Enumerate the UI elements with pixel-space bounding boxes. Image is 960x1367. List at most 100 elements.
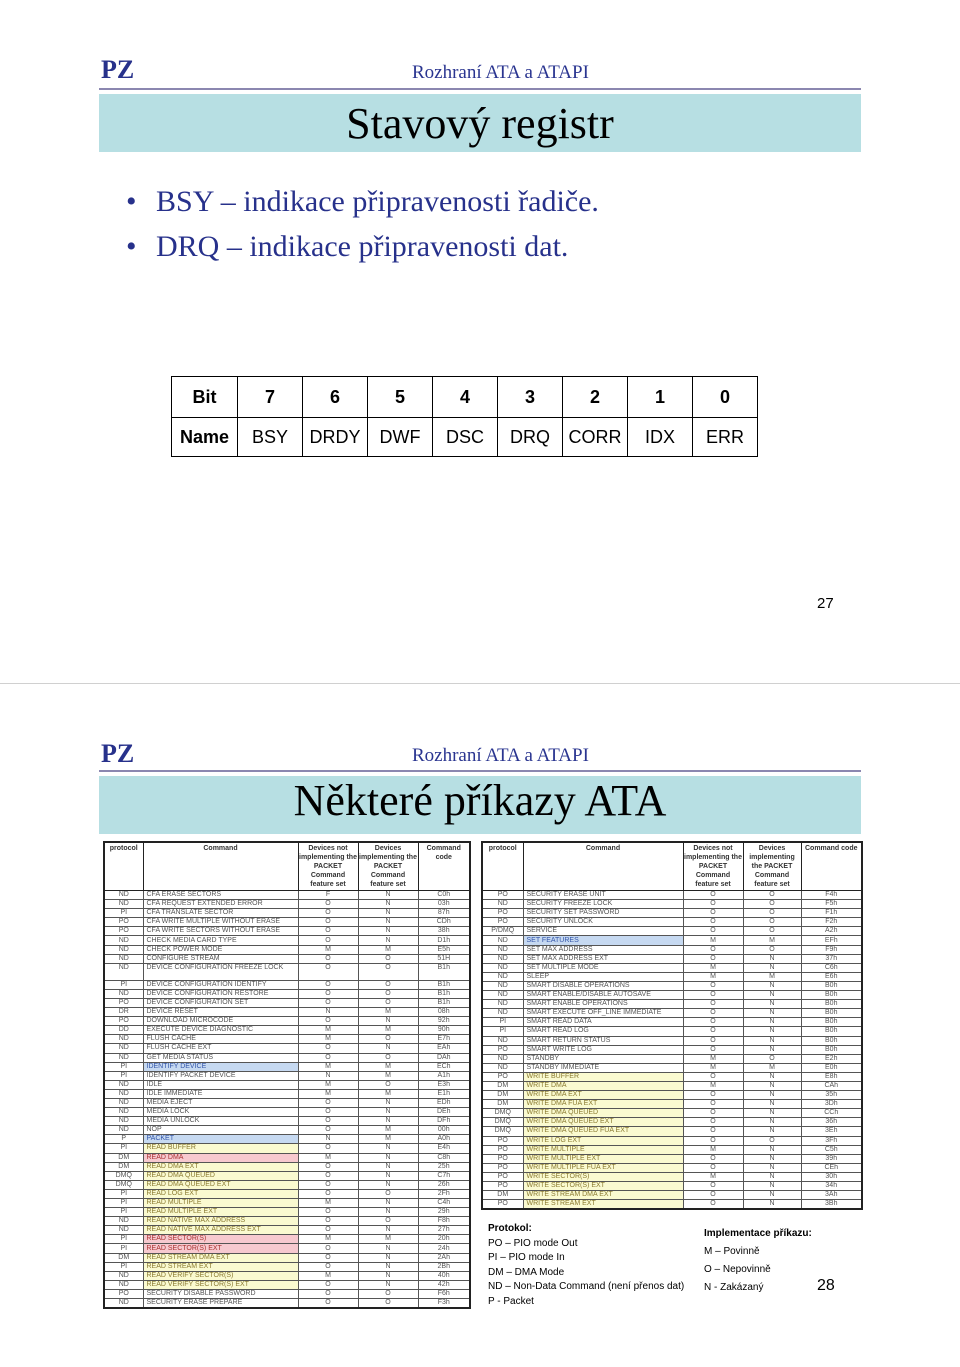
not-packet-cell: M <box>297 1152 359 1163</box>
slide-28: PZ Rozhraní ATA a ATAPI Některé příkazy … <box>0 684 960 1367</box>
protocol-cell: DM <box>103 1161 144 1172</box>
code-cell: D1h <box>417 935 471 946</box>
not-packet-cell: O <box>297 1116 359 1127</box>
logo: PZ <box>101 739 135 768</box>
command-cell: READ VERIFY SECTOR(S) EXT <box>142 1279 299 1290</box>
packet-cell: N <box>742 1080 802 1092</box>
code-cell: F3h <box>417 1298 471 1309</box>
code-cell: 00h <box>417 1125 471 1136</box>
command-cell: SMART WRITE LOG <box>522 1044 684 1055</box>
code-cell: DEh <box>417 1107 471 1118</box>
protocol-cell: PI <box>103 908 144 919</box>
slide-title: Některé příkazy ATA <box>293 776 667 825</box>
legend-heading: Implementace příkazu: <box>704 1228 812 1239</box>
protocol-cell: PI <box>103 1261 144 1272</box>
packet-cell: O <box>742 889 802 901</box>
not-packet-cell: O <box>297 899 359 910</box>
protocol-legend: Protokol: PO – PIO mode Out PI – PIO mod… <box>488 1222 684 1309</box>
table-row: ND IDLE M O E3h <box>103 1079 471 1090</box>
protocol-cell: ND <box>103 1052 144 1063</box>
not-packet-cell: N <box>297 1070 359 1081</box>
code-cell: 30h <box>800 1171 863 1183</box>
protocol-cell: ND <box>103 1079 144 1090</box>
code-cell: CCh <box>800 1108 863 1119</box>
table-row: DM READ DMA M N C8h <box>103 1152 471 1163</box>
table-row: DMQ READ DMA QUEUED EXT O N 26h <box>103 1179 471 1190</box>
command-cell: WRITE DMA QUEUED <box>522 1108 684 1119</box>
code-cell: A0h <box>417 1134 471 1145</box>
legend-heading: Protokol: <box>488 1223 532 1234</box>
packet-cell: O <box>357 962 419 981</box>
code-cell: E1h <box>417 1088 471 1099</box>
commands-table-left: protocol Command Devices not implementing … <box>103 841 471 1310</box>
command-cell: STANDBY <box>522 1053 684 1064</box>
table-row: ND STANDBY M O E2h <box>481 1053 863 1064</box>
table-row: ND STANDBY IMMEDIATE M M E0h <box>481 1062 863 1073</box>
protocol-cell: ND <box>103 1279 144 1290</box>
code-cell: C8h <box>417 1152 471 1163</box>
not-packet-cell: O <box>297 1179 359 1190</box>
packet-cell: N <box>357 1107 419 1118</box>
table-row: P/DMQ SERVICE O O A2h <box>481 926 863 937</box>
not-packet-cell: O <box>297 935 359 946</box>
not-packet-cell: O <box>682 917 744 928</box>
not-packet-cell: O <box>297 1143 359 1154</box>
bit-cell: 6 <box>302 376 368 418</box>
packet-cell: N <box>357 1097 419 1109</box>
code-cell: 39h <box>800 1153 863 1164</box>
command-cell: FLUSH CACHE <box>142 1034 299 1045</box>
not-packet-cell: O <box>682 944 744 955</box>
code-cell: CAh <box>800 1080 863 1092</box>
table-row: DM READ STREAM DMA EXT O N 2Ah <box>103 1252 471 1263</box>
not-packet-cell: O <box>682 1162 744 1173</box>
protocol-cell: ND <box>103 1107 144 1118</box>
table-row: PO WRITE MULTIPLE EXT O N 39h <box>481 1153 863 1164</box>
packet-cell: N <box>742 1099 802 1110</box>
protocol-cell: ND <box>103 1216 144 1227</box>
packet-cell: O <box>357 1079 419 1090</box>
code-cell: 24h <box>417 1243 471 1254</box>
table-row: ND FLUSH CACHE EXT O N EAh <box>103 1043 471 1054</box>
column-header: Command <box>142 841 299 891</box>
command-cell: WRITE MULTIPLE EXT <box>522 1153 684 1164</box>
protocol-cell: P/DMQ <box>481 926 524 937</box>
protocol-cell: PI <box>481 1026 524 1037</box>
packet-cell: N <box>357 1143 419 1154</box>
packet-cell: N <box>357 1279 419 1290</box>
not-packet-cell: M <box>297 1034 359 1045</box>
protocol-cell: ND <box>103 1116 144 1127</box>
name-cell: BSY <box>237 417 303 457</box>
command-cell: READ STREAM EXT <box>142 1261 299 1272</box>
packet-cell: N <box>742 1108 802 1119</box>
protocol-cell: ND <box>481 953 524 964</box>
packet-cell: M <box>742 935 802 946</box>
not-packet-cell: M <box>297 1025 359 1036</box>
command-cell: WRITE LOG EXT <box>522 1135 684 1146</box>
code-cell: B0h <box>800 999 863 1010</box>
bit-cell: 5 <box>367 376 433 418</box>
legend-item: DM – DMA Mode <box>488 1266 565 1278</box>
table-row: PI READ SECTOR(S) EXT O N 24h <box>103 1243 471 1254</box>
not-packet-cell: M <box>682 1080 744 1092</box>
table-row: DM WRITE DMA EXT O N 35h <box>481 1090 863 1101</box>
table-row: PI READ STREAM EXT O N 2Bh <box>103 1261 471 1272</box>
packet-cell: N <box>357 908 419 919</box>
protocol-cell: ND <box>103 935 144 946</box>
packet-cell: N <box>742 1026 802 1037</box>
protocol-cell: ND <box>481 1035 524 1046</box>
command-cell: READ VERIFY SECTOR(S) <box>142 1270 299 1281</box>
command-cell: DEVICE CONFIGURATION FREEZE LOCK <box>142 962 299 981</box>
not-packet-cell: O <box>297 1207 359 1218</box>
code-cell: E0h <box>800 1062 863 1073</box>
code-cell: E7h <box>417 1034 471 1045</box>
not-packet-cell: O <box>682 1117 744 1128</box>
command-cell: MEDIA UNLOCK <box>142 1116 299 1127</box>
table-row: ND READ NATIVE MAX ADDRESS EXT O N 27h <box>103 1225 471 1236</box>
command-cell: READ SECTOR(S) <box>142 1234 299 1245</box>
table-row: PI CFA TRANSLATE SECTOR O N 87h <box>103 908 471 919</box>
code-cell: 3Eh <box>800 1126 863 1137</box>
not-packet-cell: O <box>682 1108 744 1119</box>
code-cell: B0h <box>800 1035 863 1046</box>
code-cell: EFh <box>800 935 863 946</box>
packet-cell: N <box>357 1152 419 1163</box>
